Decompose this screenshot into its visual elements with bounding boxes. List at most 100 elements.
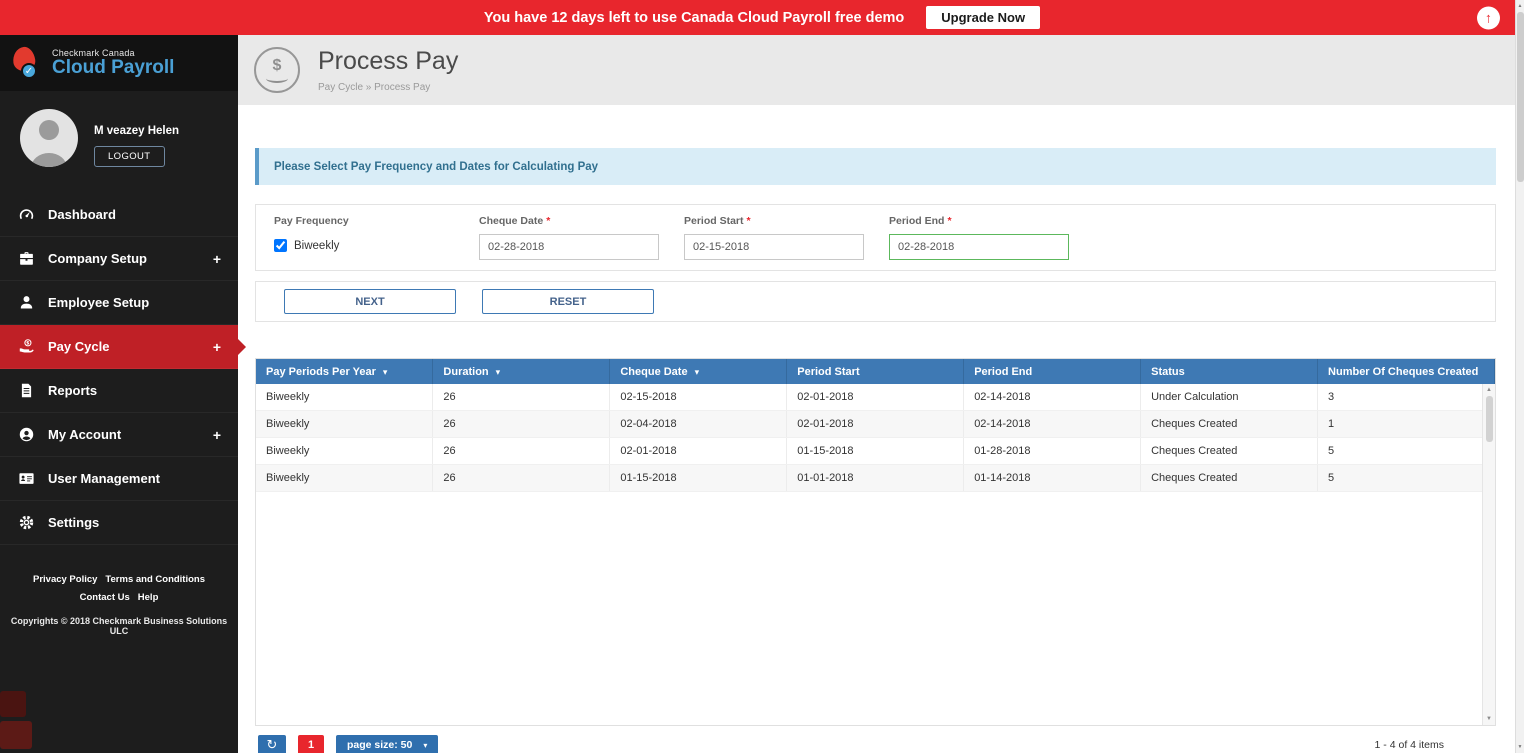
column-header[interactable]: Period Start	[787, 359, 964, 384]
table-cell: Biweekly	[256, 384, 433, 411]
footer-link-contact-us[interactable]: Contact Us	[80, 591, 130, 605]
table-row[interactable]: Biweekly2602-04-201802-01-201802-14-2018…	[256, 411, 1495, 438]
sidebar-item-label: Employee Setup	[48, 295, 149, 310]
sidebar-item-label: Reports	[48, 383, 97, 398]
cheque-date-input[interactable]	[479, 234, 659, 260]
page-title: Process Pay	[318, 47, 458, 76]
page-scrollbar[interactable]: ▲ ▼	[1515, 0, 1524, 753]
pay-form-panel: Pay Frequency Biweekly Cheque Date* Peri…	[255, 204, 1496, 271]
alert-message: Please Select Pay Frequency and Dates fo…	[274, 161, 598, 173]
breadcrumb: Pay Cycle » Process Pay	[318, 82, 458, 93]
sidebar-item-my-account[interactable]: My Account +	[0, 413, 238, 457]
table-cell: 01-15-2018	[787, 438, 964, 465]
sidebar-menu: Dashboard Company Setup + Employee Setup…	[0, 193, 238, 545]
table-cell: Biweekly	[256, 465, 433, 492]
person-icon	[17, 294, 35, 312]
sidebar: ✓ Checkmark Canada Cloud Payroll M veaze…	[0, 35, 238, 753]
sidebar-item-label: Dashboard	[48, 207, 116, 222]
footer-link-help[interactable]: Help	[138, 591, 159, 605]
column-header[interactable]: Status	[1141, 359, 1318, 384]
scroll-to-top-icon[interactable]: ↑	[1477, 6, 1500, 29]
sidebar-item-label: Settings	[48, 515, 99, 530]
period-end-label: Period End*	[889, 215, 1094, 227]
page-1-button[interactable]: 1	[298, 735, 324, 753]
cheque-date-group: Cheque Date*	[479, 215, 684, 260]
table-cell: 26	[433, 438, 610, 465]
period-end-input[interactable]	[889, 234, 1069, 260]
table-scrollbar[interactable]: ▲ ▼	[1482, 384, 1495, 725]
page-scrollbar-thumb[interactable]	[1517, 12, 1524, 182]
page-size-label: page size: 50	[347, 739, 412, 751]
table-cell: Cheques Created	[1141, 465, 1318, 492]
sort-arrow-icon: ▾	[383, 367, 388, 377]
dashboard-icon	[17, 206, 35, 224]
biweekly-checkbox[interactable]	[274, 239, 287, 252]
table-row[interactable]: Biweekly2602-15-201802-01-201802-14-2018…	[256, 384, 1495, 411]
avatar	[20, 109, 78, 167]
required-marker: *	[947, 215, 951, 227]
table-cell: 02-01-2018	[787, 411, 964, 438]
table-cell: 01-14-2018	[964, 465, 1141, 492]
sidebar-item-user-management[interactable]: User Management	[0, 457, 238, 501]
biweekly-option[interactable]: Biweekly	[274, 239, 479, 252]
column-header[interactable]: Duration▾	[433, 359, 610, 384]
brand-header[interactable]: ✓ Checkmark Canada Cloud Payroll	[0, 35, 238, 91]
table-cell: 02-04-2018	[610, 411, 787, 438]
column-header[interactable]: Pay Periods Per Year▾	[256, 359, 433, 384]
table-cell: 5	[1318, 438, 1495, 465]
pay-cycle-icon	[17, 338, 35, 356]
process-pay-icon: $	[254, 47, 300, 93]
footer-link-privacy-policy[interactable]: Privacy Policy	[33, 573, 97, 587]
table-cell: 02-01-2018	[787, 384, 964, 411]
page-size-dropdown[interactable]: page size: 50 ▾	[336, 735, 438, 753]
sidebar-item-settings[interactable]: Settings	[0, 501, 238, 545]
gear-icon	[17, 514, 35, 532]
table-cell: 02-15-2018	[610, 384, 787, 411]
brand-text: Checkmark Canada Cloud Payroll	[52, 48, 174, 78]
sort-arrow-icon: ▾	[496, 367, 501, 377]
table-cell: 26	[433, 384, 610, 411]
sidebar-item-dashboard[interactable]: Dashboard	[0, 193, 238, 237]
table-row[interactable]: Biweekly2601-15-201801-01-201801-14-2018…	[256, 465, 1495, 492]
logout-button[interactable]: LOGOUT	[94, 146, 165, 167]
column-header[interactable]: Cheque Date▾	[610, 359, 787, 384]
sidebar-item-label: Pay Cycle	[48, 339, 109, 354]
expand-plus-icon: +	[213, 339, 221, 355]
scroll-down-icon[interactable]: ▼	[1486, 713, 1492, 725]
period-end-label-text: Period End	[889, 215, 944, 227]
period-start-group: Period Start*	[684, 215, 889, 260]
sidebar-item-pay-cycle[interactable]: Pay Cycle +	[0, 325, 238, 369]
checkmark-logo-icon: ✓	[13, 47, 43, 79]
scroll-up-icon[interactable]: ▲	[1486, 384, 1492, 396]
table-cell: 02-14-2018	[964, 411, 1141, 438]
decorative-shape	[0, 691, 26, 717]
sidebar-item-employee-setup[interactable]: Employee Setup	[0, 281, 238, 325]
sort-arrow-icon: ▾	[695, 367, 700, 377]
cheque-date-label-text: Cheque Date	[479, 215, 543, 227]
table-cell: Cheques Created	[1141, 438, 1318, 465]
reset-button[interactable]: RESET	[482, 289, 654, 314]
table-row[interactable]: Biweekly2602-01-201801-15-201801-28-2018…	[256, 438, 1495, 465]
next-button[interactable]: NEXT	[284, 289, 456, 314]
upgrade-now-button[interactable]: Upgrade Now	[926, 6, 1040, 29]
column-header[interactable]: Number Of Cheques Created	[1318, 359, 1495, 384]
scroll-up-icon[interactable]: ▲	[1518, 0, 1523, 12]
pagination-bar: ↻ 1 page size: 50 ▾ 1 - 4 of 4 items	[255, 734, 1496, 753]
sidebar-item-reports[interactable]: Reports	[0, 369, 238, 413]
table-scrollbar-thumb[interactable]	[1486, 396, 1493, 442]
refresh-button[interactable]: ↻	[258, 735, 286, 753]
footer-link-terms[interactable]: Terms and Conditions	[105, 573, 205, 587]
account-icon	[17, 426, 35, 444]
dollar-glyph: $	[273, 57, 282, 75]
table-cell: 3	[1318, 384, 1495, 411]
column-header[interactable]: Period End	[964, 359, 1141, 384]
copyright-text: Copyrights © 2018 Checkmark Business Sol…	[8, 616, 230, 636]
user-meta: M veazey Helen LOGOUT	[94, 109, 179, 167]
info-alert: Please Select Pay Frequency and Dates fo…	[255, 148, 1496, 185]
sidebar-item-company-setup[interactable]: Company Setup +	[0, 237, 238, 281]
period-start-input[interactable]	[684, 234, 864, 260]
scroll-down-icon[interactable]: ▼	[1518, 741, 1523, 753]
pay-periods-table: Pay Periods Per Year▾Duration▾Cheque Dat…	[256, 359, 1495, 492]
check-icon: ✓	[21, 63, 37, 79]
period-start-label-text: Period Start	[684, 215, 744, 227]
